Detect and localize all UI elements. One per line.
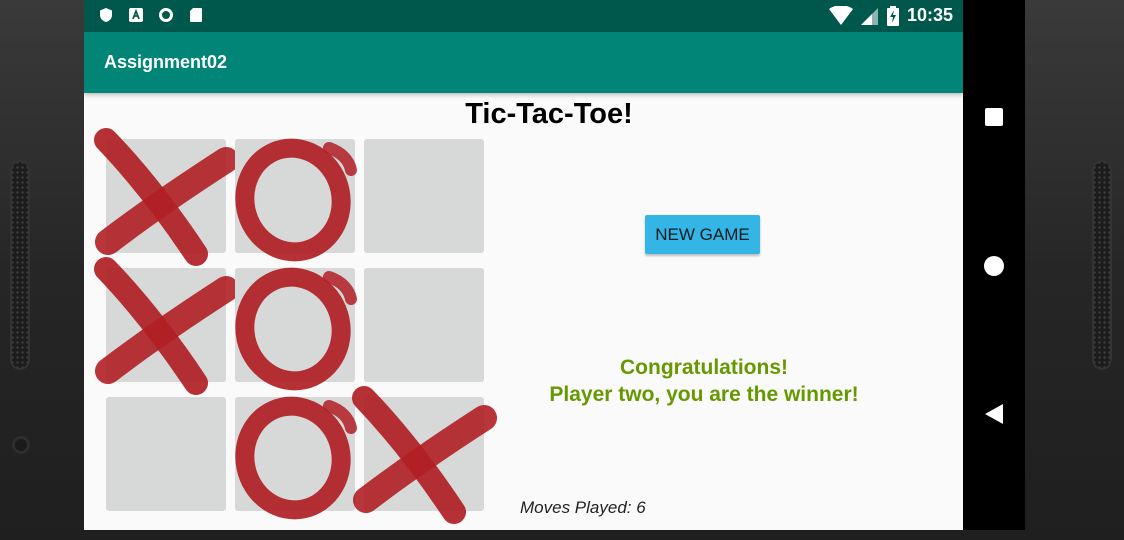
back-triangle-icon <box>985 404 1003 424</box>
battery-charging-icon <box>886 5 899 26</box>
board-cell-r1-c2[interactable] <box>235 139 355 253</box>
board-cell-r3-c1[interactable] <box>106 397 226 511</box>
board-cell-r3-c3[interactable] <box>364 397 484 511</box>
right-speaker-grille <box>1092 160 1112 370</box>
circle-icon <box>159 8 173 22</box>
board-cell-r1-c3[interactable] <box>364 139 484 253</box>
wifi-icon <box>828 5 853 25</box>
front-camera <box>12 436 30 454</box>
back-button[interactable] <box>963 384 1025 444</box>
winner-message-line1: Congratulations! <box>620 356 788 379</box>
app-bar: Assignment02 <box>84 32 963 93</box>
home-button[interactable] <box>963 236 1025 296</box>
status-clock: 10:35 <box>906 5 953 25</box>
moves-played: Moves Played: 6 <box>520 498 646 517</box>
new-game-button[interactable]: NEW GAME <box>645 215 760 254</box>
winner-message: Congratulations! Player two, you are the… <box>504 354 904 408</box>
board-cell-r1-c1[interactable] <box>106 139 226 253</box>
app-title: Assignment02 <box>104 52 228 72</box>
home-circle-icon <box>984 256 1004 276</box>
board-cell-r3-c2[interactable] <box>235 397 355 511</box>
board-cell-r2-c1[interactable] <box>106 268 226 382</box>
recents-square-icon <box>985 108 1003 126</box>
game-title: Tic-Tac-Toe! <box>465 98 633 130</box>
navigation-bar <box>963 0 1025 530</box>
left-speaker-grille <box>10 160 30 370</box>
board-cell-r2-c2[interactable] <box>235 268 355 382</box>
status-bar: 10:35 <box>84 0 963 32</box>
sd-card-icon <box>190 8 202 22</box>
recents-button[interactable] <box>963 87 1025 147</box>
screen: 10:35 Assignment02 Tic-Tac-Toe! NEW GAME… <box>84 0 963 530</box>
a-box-icon <box>129 8 143 22</box>
device-frame: 10:35 Assignment02 Tic-Tac-Toe! NEW GAME… <box>0 0 1124 540</box>
shield-icon <box>100 8 112 22</box>
winner-message-line2: Player two, you are the winner! <box>549 383 859 406</box>
board-cell-r2-c3[interactable] <box>364 268 484 382</box>
cell-signal-icon <box>860 7 878 25</box>
